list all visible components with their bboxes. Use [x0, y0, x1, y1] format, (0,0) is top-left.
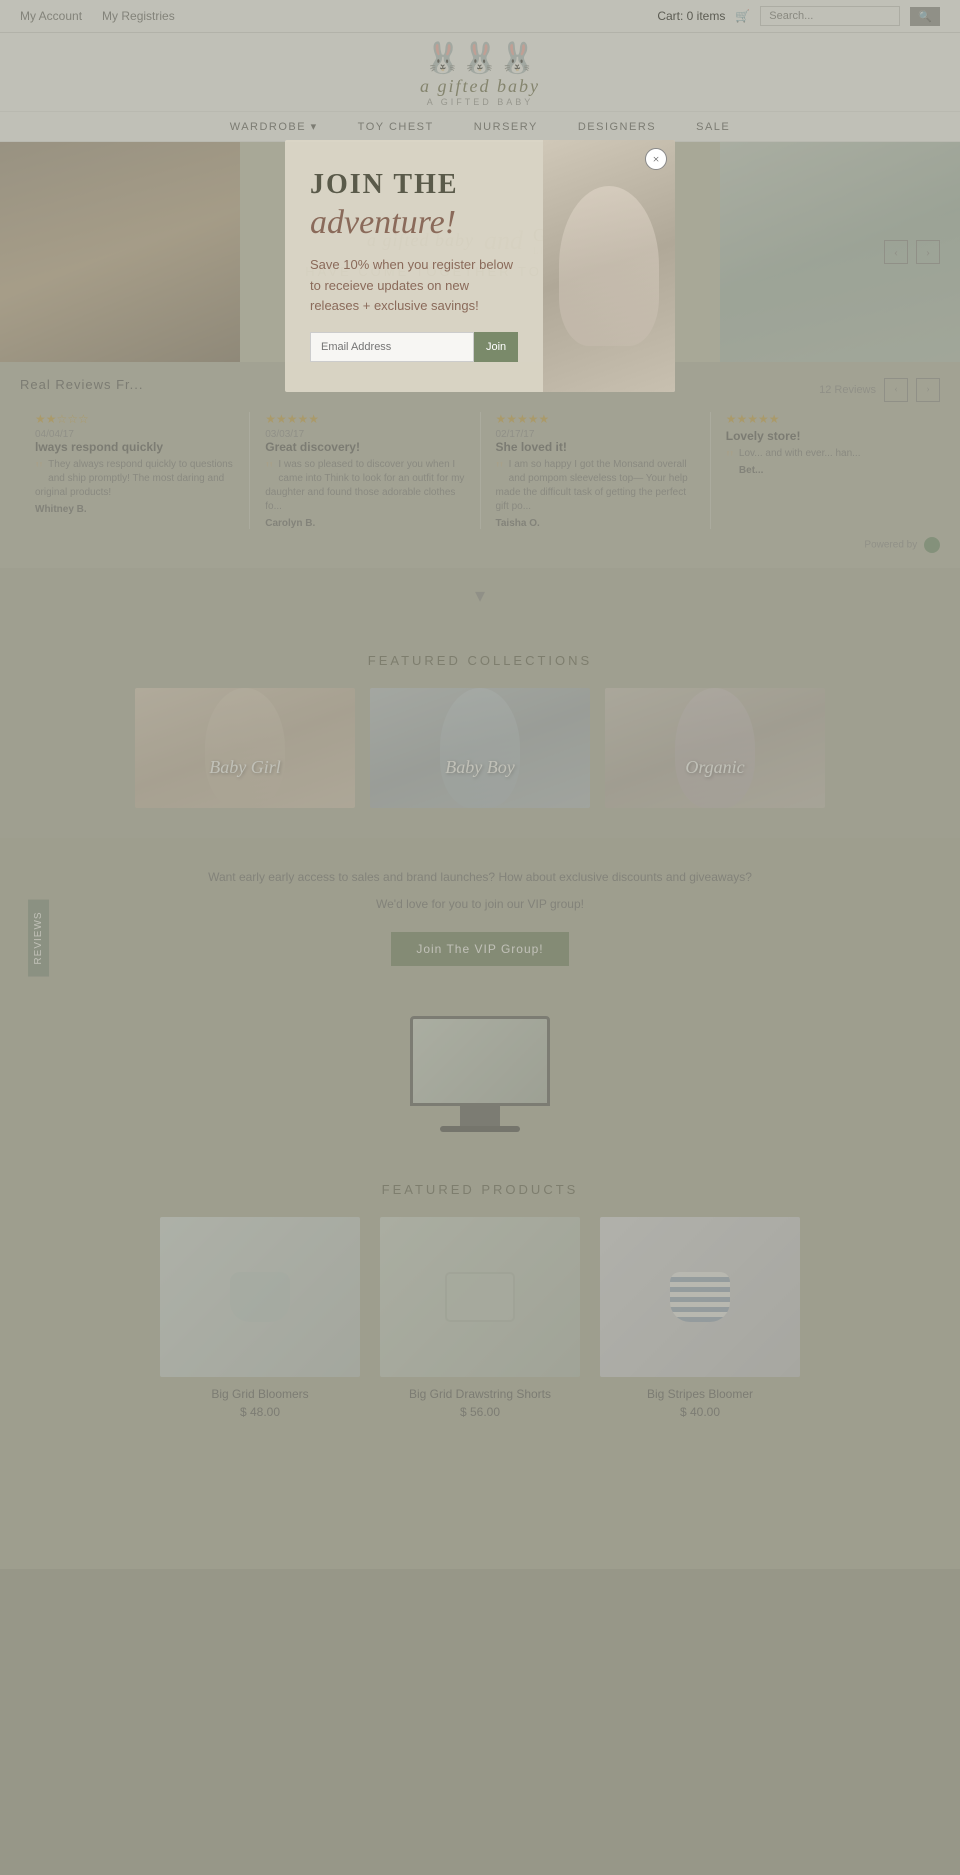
modal-save-text: Save 10% when you register below to rece…: [310, 255, 518, 317]
modal-submit-button[interactable]: Join: [474, 332, 518, 362]
modal-email-input[interactable]: [310, 332, 474, 362]
modal-form: Join: [310, 332, 518, 362]
modal-join-text: JOIN THE: [310, 170, 518, 201]
modal-dialog: JOIN THE adventure! Save 10% when you re…: [285, 140, 675, 392]
modal-close-button[interactable]: ×: [645, 148, 667, 170]
modal-content: JOIN THE adventure! Save 10% when you re…: [285, 140, 543, 392]
modal-baby-figure: [559, 186, 659, 346]
modal-adventure-text: adventure!: [310, 206, 518, 240]
modal-baby-image: [543, 140, 675, 392]
modal-overlay: JOIN THE adventure! Save 10% when you re…: [0, 0, 960, 1875]
